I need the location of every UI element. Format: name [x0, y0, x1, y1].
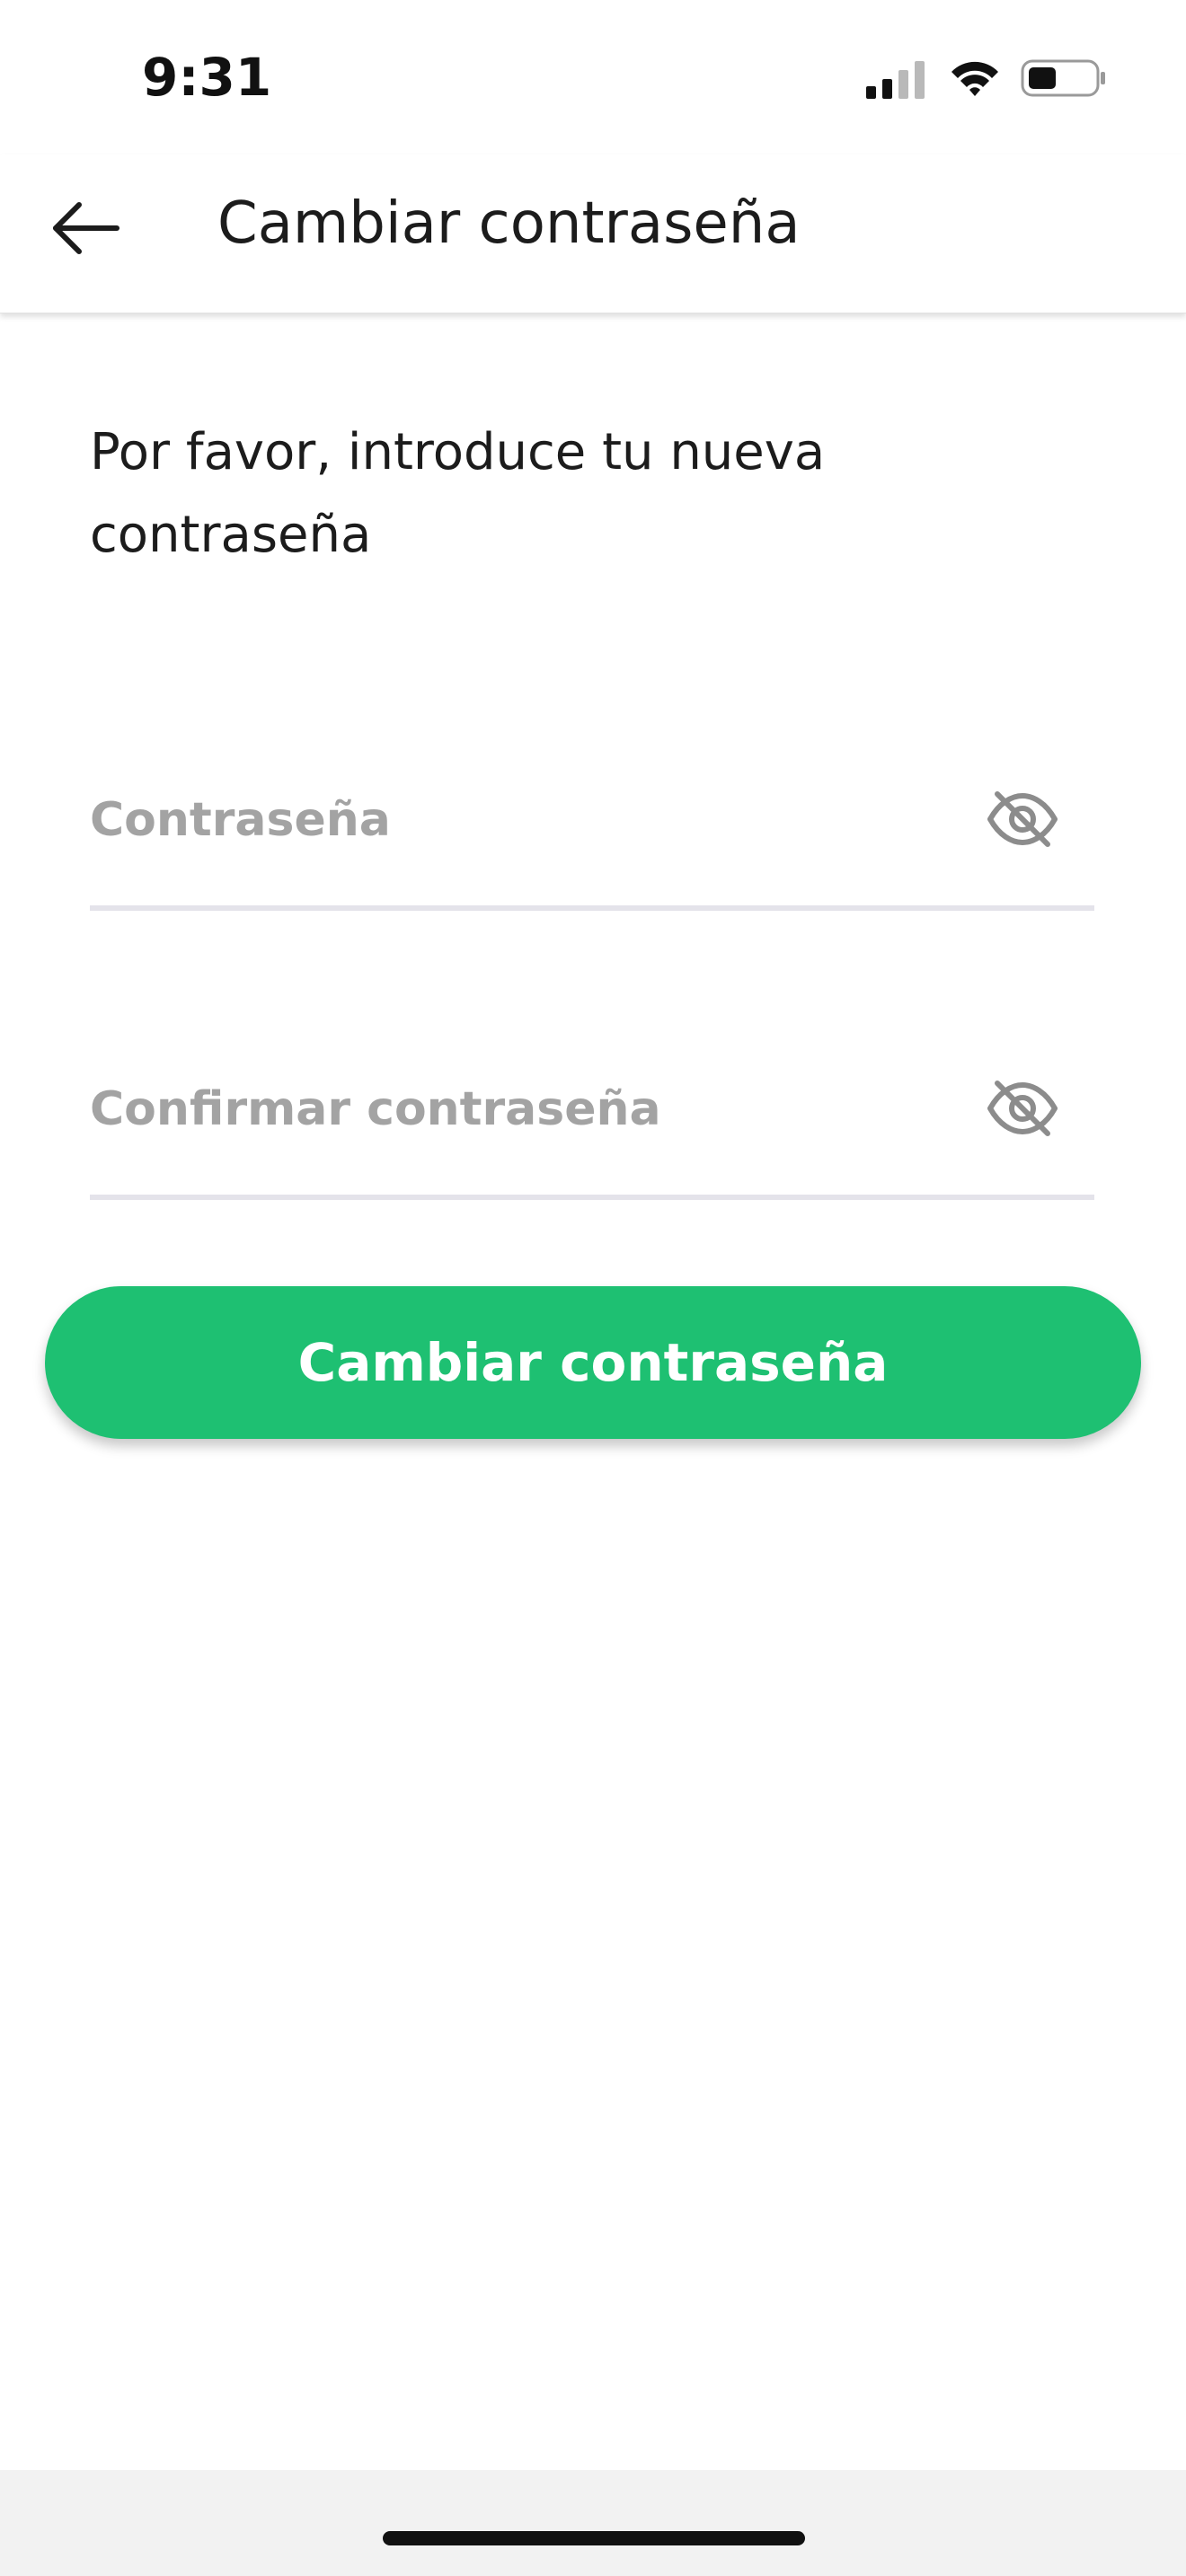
page-title: Cambiar contraseña [217, 190, 801, 257]
home-indicator[interactable] [383, 2531, 805, 2545]
wifi-icon [949, 57, 1001, 99]
password-input[interactable] [90, 771, 952, 869]
bottom-safe-area [0, 2470, 1186, 2576]
eye-off-icon [987, 1080, 1058, 1141]
change-password-button[interactable]: Cambiar contraseña [45, 1286, 1141, 1439]
intro-text: Por favor, introduce tu nueva contraseña [90, 423, 826, 564]
confirm-password-input[interactable] [90, 1060, 952, 1159]
battery-icon [1021, 57, 1107, 99]
back-button[interactable] [36, 180, 137, 280]
confirm-password-visibility-toggle[interactable] [985, 1072, 1060, 1148]
arrow-left-icon [50, 201, 122, 259]
cellular-signal-icon [864, 59, 927, 99]
status-time: 9:31 [142, 47, 272, 108]
eye-off-icon [987, 790, 1058, 851]
password-field [90, 771, 1094, 911]
password-visibility-toggle[interactable] [985, 783, 1060, 859]
confirm-password-field [90, 1060, 1094, 1200]
